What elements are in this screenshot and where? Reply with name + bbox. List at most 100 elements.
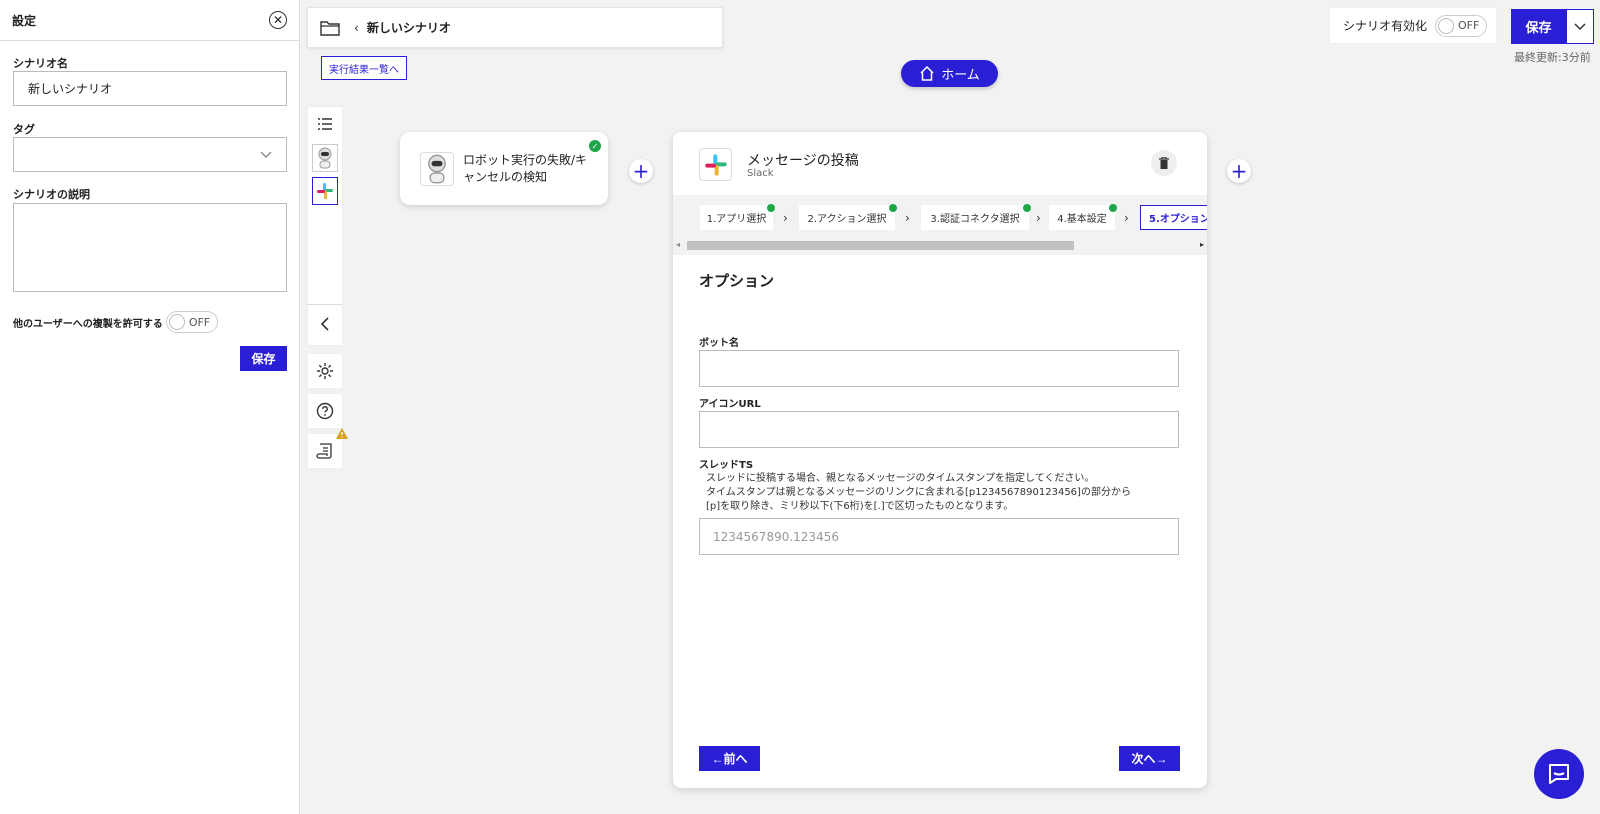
next-button[interactable]: 次へ→ <box>1119 746 1180 771</box>
enable-label: シナリオ有効化 <box>1343 19 1428 33</box>
tag-select[interactable] <box>13 137 287 172</box>
step-check-icon <box>767 204 775 212</box>
scroll-log-icon <box>316 443 332 459</box>
icon-url-input[interactable] <box>699 411 1179 448</box>
scenario-name-label: シナリオ名 <box>13 57 68 70</box>
settings-header: 設定 ✕ <box>0 0 299 41</box>
thread-ts-placeholder: 1234567890.123456 <box>713 529 839 544</box>
step-check-icon <box>889 204 897 212</box>
copy-permission-label: 他のユーザーへの複製を許可する <box>13 318 163 330</box>
scenario-name-input[interactable]: 新しいシナリオ <box>13 71 287 106</box>
trigger-node-card[interactable]: ロボット実行の失敗/キャンセルの検知 <box>400 132 608 205</box>
trigger-node-title: ロボット実行の失敗/キャンセルの検知 <box>463 152 588 184</box>
slack-icon <box>317 183 333 199</box>
collapse-chevron-icon[interactable] <box>320 317 330 334</box>
thread-ts-label: スレッドTS <box>699 460 754 471</box>
robot-icon <box>318 147 332 169</box>
prev-button[interactable]: ←前へ <box>699 746 760 771</box>
help-line: [p]を取り除き、ミリ秒以下(下6桁)を[.]で区切ったものとなります。 <box>706 501 1014 512</box>
exec-results-link[interactable]: 実行結果一覧へ <box>321 56 407 80</box>
step-scrollbar[interactable]: ◂ ▸ <box>673 240 1207 250</box>
settings-title: 設定 <box>12 13 37 28</box>
description-textarea[interactable] <box>13 203 287 292</box>
chevron-right-icon: › <box>1124 211 1129 225</box>
enable-toggle-state: OFF <box>1458 19 1480 32</box>
chevron-right-icon: › <box>1036 211 1041 225</box>
folder-icon[interactable] <box>320 20 340 36</box>
description-label: シナリオの説明 <box>13 188 90 201</box>
copy-permission-toggle[interactable]: OFF <box>165 311 218 333</box>
chevron-right-icon: › <box>783 211 788 225</box>
add-node-button[interactable]: + <box>629 159 653 183</box>
trash-icon <box>1159 157 1169 169</box>
thread-ts-help: スレッドに投稿する場合、親となるメッセージのタイムスタンプを指定してください。 … <box>706 472 1131 514</box>
chat-launcher[interactable] <box>1534 749 1584 799</box>
step-label: 2.アクション選択 <box>807 214 887 225</box>
bot-name-label: ボット名 <box>699 338 739 349</box>
chat-icon <box>1549 764 1569 784</box>
settings-tool[interactable] <box>307 353 343 389</box>
save-button[interactable]: 保存 <box>1511 9 1566 44</box>
tag-label: タグ <box>13 123 35 136</box>
scenario-enable-box: シナリオ有効化 OFF <box>1329 7 1497 44</box>
toolbar-divider <box>307 304 343 305</box>
last-updated: 最終更新:3分前 <box>1514 51 1591 64</box>
step-basic-settings[interactable]: 4.基本設定 <box>1049 204 1117 230</box>
step-label: 1.アプリ選択 <box>706 214 767 225</box>
section-title: オプション <box>699 272 775 290</box>
robot-node-thumb[interactable] <box>312 144 338 172</box>
save-dropdown[interactable] <box>1566 9 1594 44</box>
trigger-check-icon: ✓ <box>589 140 601 152</box>
back-chevron-icon[interactable]: ‹ <box>354 21 359 35</box>
home-button[interactable]: ホーム <box>901 60 998 87</box>
robot-icon <box>420 151 454 186</box>
help-tool[interactable] <box>307 393 343 429</box>
warning-icon <box>336 428 348 442</box>
help-line: タイムスタンプは親となるメッセージのリンクに含まれる[p123456789012… <box>706 487 1131 498</box>
scenario-name-value: 新しいシナリオ <box>28 82 113 96</box>
action-title: メッセージの投稿 <box>747 153 859 169</box>
gear-icon <box>317 363 333 379</box>
delete-button[interactable] <box>1151 150 1177 176</box>
help-line: スレッドに投稿する場合、親となるメッセージのタイムスタンプを指定してください。 <box>706 473 1095 484</box>
home-icon <box>920 66 934 81</box>
step-label: 3.認証コネクタ選択 <box>930 214 1020 225</box>
step-label: 4.基本設定 <box>1057 214 1107 225</box>
icon-url-label: アイコンURL <box>699 399 761 410</box>
scenario-title: 新しいシナリオ <box>366 21 451 35</box>
bot-name-input[interactable] <box>699 350 1179 387</box>
step-action-select[interactable]: 2.アクション選択 <box>799 204 897 230</box>
save-button-group: 保存 <box>1511 9 1594 44</box>
chevron-down-icon <box>1574 22 1586 30</box>
node-toolbar <box>307 106 343 346</box>
list-icon[interactable] <box>317 117 333 134</box>
scroll-right-icon[interactable]: ▸ <box>1200 240 1204 249</box>
step-check-icon <box>1023 204 1031 212</box>
settings-panel: 設定 ✕ シナリオ名 新しいシナリオ タグ シナリオの説明 他のユーザーへの複製… <box>0 0 300 814</box>
step-label: 5.オプション <box>1149 214 1207 225</box>
step-options[interactable]: 5.オプション <box>1140 205 1207 230</box>
settings-save-button[interactable]: 保存 <box>240 346 287 371</box>
copy-permission-row: 他のユーザーへの複製を許可する OFF <box>13 311 218 333</box>
step-check-icon <box>1109 204 1117 212</box>
step-connector-select[interactable]: 3.認証コネクタ選択 <box>921 204 1031 230</box>
action-app-name: Slack <box>747 168 774 179</box>
slack-node-thumb[interactable] <box>312 177 338 205</box>
action-node-card: メッセージの投稿 Slack 1.アプリ選択 › 2.アクション選択 › 3.認… <box>673 132 1207 788</box>
step-app-select[interactable]: 1.アプリ選択 <box>700 204 775 230</box>
copy-toggle-state: OFF <box>188 315 211 329</box>
close-icon[interactable]: ✕ <box>269 11 287 29</box>
chevron-down-icon <box>260 151 272 158</box>
chevron-right-icon: › <box>905 211 910 225</box>
scrollbar-thumb[interactable] <box>687 241 1074 250</box>
scroll-left-icon[interactable]: ◂ <box>676 240 680 249</box>
toggle-knob <box>1438 17 1455 34</box>
add-node-button-end[interactable]: + <box>1227 159 1251 183</box>
thread-ts-input[interactable]: 1234567890.123456 <box>699 518 1179 555</box>
slack-icon <box>699 148 732 181</box>
home-label: ホーム <box>941 68 980 83</box>
toggle-knob <box>168 314 185 330</box>
help-icon <box>316 402 334 420</box>
scenario-enable-toggle[interactable]: OFF <box>1435 14 1488 37</box>
scenario-topbar: ‹ 新しいシナリオ <box>307 7 723 48</box>
